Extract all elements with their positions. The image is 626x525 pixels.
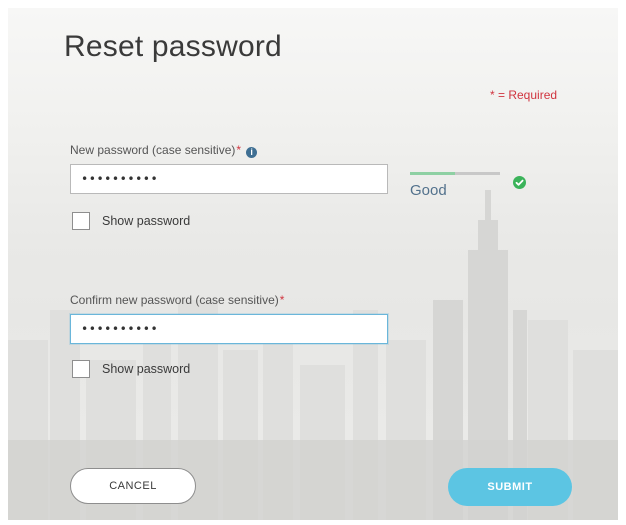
show-password-label: Show password xyxy=(102,214,191,228)
info-icon[interactable]: i xyxy=(246,147,258,158)
required-note: * = Required xyxy=(490,88,558,102)
check-icon xyxy=(513,176,526,189)
reset-password-panel: Reset password * = Required New password… xyxy=(8,8,618,520)
password-strength-label: Good xyxy=(410,182,447,199)
show-password-row[interactable]: Show password xyxy=(72,212,190,230)
show-confirm-password-label: Show password xyxy=(102,362,191,376)
confirm-password-label: Confirm new password (case sensitive)* xyxy=(70,293,284,307)
password-strength-fill xyxy=(410,172,455,175)
new-password-input[interactable]: •••••••••• xyxy=(70,164,388,194)
show-confirm-password-checkbox[interactable] xyxy=(72,360,90,378)
confirm-password-label-text: Confirm new password (case sensitive) xyxy=(70,293,279,307)
password-strength-meter xyxy=(410,172,500,175)
show-confirm-password-row[interactable]: Show password xyxy=(72,360,190,378)
confirm-password-input[interactable]: •••••••••• xyxy=(70,314,388,344)
show-password-checkbox[interactable] xyxy=(72,212,90,230)
new-password-label-text: New password (case sensitive) xyxy=(70,143,236,157)
submit-button[interactable]: SUBMIT xyxy=(448,468,572,506)
required-marker: * xyxy=(236,143,242,157)
required-marker: * xyxy=(279,293,285,307)
new-password-label: New password (case sensitive)* i xyxy=(70,143,258,158)
cancel-button[interactable]: CANCEL xyxy=(70,468,196,504)
page-title: Reset password xyxy=(64,30,282,63)
